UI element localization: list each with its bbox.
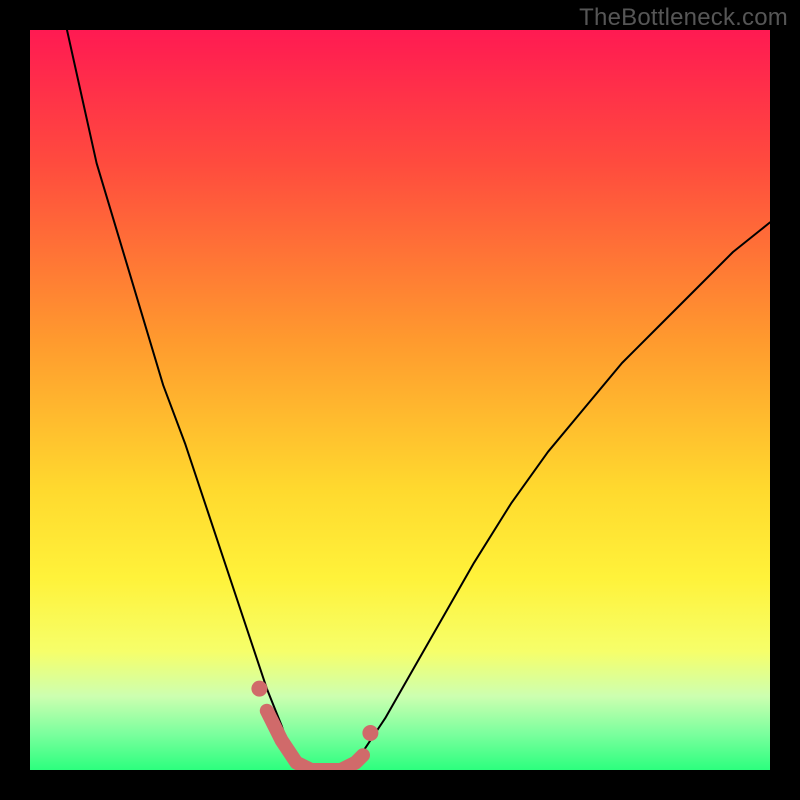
chart-frame: TheBottleneck.com (0, 0, 800, 800)
marker-dot (251, 681, 267, 697)
chart-background (30, 30, 770, 770)
marker-dot (362, 725, 378, 741)
chart-plot-area (30, 30, 770, 770)
chart-svg (30, 30, 770, 770)
watermark-text: TheBottleneck.com (579, 4, 788, 32)
